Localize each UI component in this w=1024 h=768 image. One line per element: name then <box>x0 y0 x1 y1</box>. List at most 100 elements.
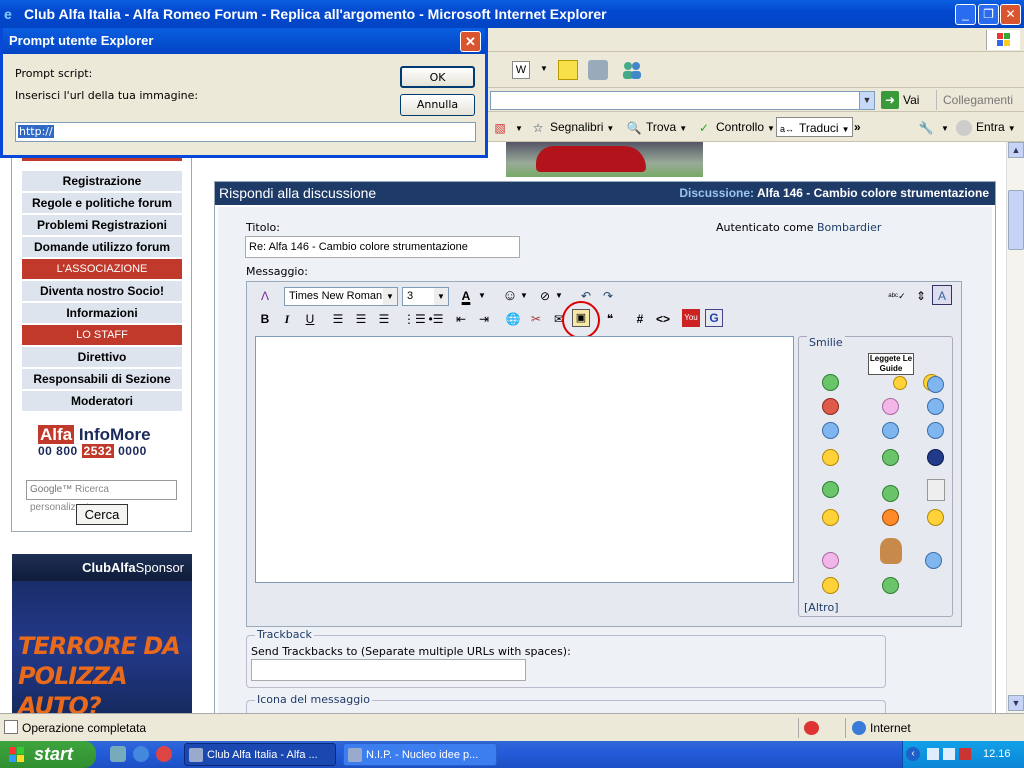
smiley-icon[interactable]: ☺ <box>500 286 520 306</box>
discussion-title[interactable]: Alfa 146 - Cambio colore strumentazione <box>757 186 989 200</box>
font-select[interactable]: Times New Roman ▼ <box>284 287 398 306</box>
start-button[interactable]: start <box>0 741 96 768</box>
scroll-up-icon[interactable]: ▲ <box>1008 142 1024 158</box>
network-icon[interactable] <box>927 748 939 760</box>
sidebar-link[interactable]: Informazioni <box>22 303 182 324</box>
messenger-icon[interactable] <box>620 60 644 80</box>
eat-smilie-icon[interactable] <box>822 449 839 466</box>
size-select[interactable]: 3 ▼ <box>402 287 449 306</box>
trackback-input[interactable] <box>251 659 526 681</box>
switch-mode-icon[interactable]: A <box>932 285 952 305</box>
sad-smilie-icon[interactable] <box>927 376 944 393</box>
cool-smilie-icon[interactable] <box>882 422 899 439</box>
task-nip[interactable]: N.I.P. - Nucleo idee p... <box>343 743 497 766</box>
explorer-quicklaunch-icon[interactable] <box>110 746 126 762</box>
links-button[interactable]: Collegamenti » <box>936 90 1024 127</box>
message-textarea[interactable] <box>255 336 794 583</box>
wink-smilie-icon[interactable] <box>822 422 839 439</box>
bookmarks-button[interactable]: ☆ Segnalibri ▼ <box>530 117 615 137</box>
thumbs-up-smilie-icon[interactable] <box>925 552 942 569</box>
sign-holder-smilie-icon[interactable] <box>893 376 907 390</box>
sidebar-link[interactable]: Moderatori <box>22 391 182 412</box>
sidebar-link[interactable]: Problemi Registrazioni <box>22 215 182 236</box>
alfa-infomore-logo[interactable]: Alfa InfoMore 00 800 2532 0000 <box>38 425 168 462</box>
task-club-alfa[interactable]: Club Alfa Italia - Alfa ... <box>184 743 336 766</box>
tray-expand-icon[interactable]: ‹ <box>906 747 920 761</box>
sidebar-link[interactable]: Responsabili di Sezione <box>22 369 182 390</box>
sunglasses-smilie-icon[interactable] <box>822 577 839 594</box>
outdent-icon[interactable]: ⇤ <box>451 309 471 329</box>
search-button[interactable]: Cerca <box>76 504 128 525</box>
cancel-button[interactable]: Annulla <box>400 94 475 116</box>
toolbar-more-button[interactable]: » <box>854 117 861 137</box>
chevron-down-icon[interactable]: ▼ <box>478 286 486 306</box>
spellcheck-icon[interactable]: ᵃᵇᶜ✓ <box>887 286 907 306</box>
align-right-icon[interactable]: ☰ <box>374 309 394 329</box>
quote-icon[interactable]: ❝ <box>600 309 620 329</box>
minimize-button[interactable]: _ <box>955 4 976 25</box>
font-color-icon[interactable]: A <box>456 286 476 306</box>
sponsor-ad-banner[interactable]: TERRORE DA POLIZZA AUTO? <box>12 581 192 720</box>
redo-icon[interactable]: ↷ <box>598 286 618 306</box>
research-icon[interactable] <box>588 60 608 80</box>
popup-blocked-icon[interactable] <box>804 721 819 735</box>
angel-smilie-icon[interactable] <box>882 485 899 502</box>
attachment-icon[interactable]: ⊘ <box>535 286 555 306</box>
ninja-smilie-icon[interactable] <box>927 449 944 466</box>
close-window-button[interactable]: ✕ <box>1000 4 1021 25</box>
shocked-smilie-icon[interactable] <box>927 422 944 439</box>
teeth-smilie-icon[interactable] <box>882 577 899 594</box>
dialog-close-icon[interactable]: ✕ <box>460 31 481 52</box>
scream-smilie-icon[interactable] <box>882 509 899 526</box>
read-guides-smilie[interactable]: Leggete Le Guide <box>868 353 914 375</box>
smile-smilie-icon[interactable] <box>927 398 944 415</box>
network-icon[interactable] <box>943 748 955 760</box>
custom-search-input[interactable]: Google™ Ricerca personalizzata <box>26 480 177 513</box>
thinking-smilie-icon[interactable] <box>822 509 839 526</box>
sidebar-link[interactable]: Diventa nostro Socio! <box>22 281 182 302</box>
sidebar-link[interactable]: Registrazione <box>22 171 182 192</box>
align-center-icon[interactable]: ☰ <box>351 309 371 329</box>
toilet-smilie-icon[interactable] <box>927 479 945 501</box>
remove-format-icon[interactable]: Ʌ <box>255 286 275 306</box>
opera-quicklaunch-icon[interactable] <box>156 746 172 762</box>
note-icon[interactable] <box>558 60 578 80</box>
security-icon[interactable] <box>959 748 971 760</box>
insert-link-icon[interactable]: 🌐 <box>503 309 523 329</box>
google-video-icon[interactable]: G <box>705 309 723 327</box>
address-input[interactable] <box>490 91 875 110</box>
grin-smilie-icon[interactable] <box>822 374 839 391</box>
remove-link-icon[interactable]: ✂ <box>526 309 546 329</box>
group-smilie-icon[interactable] <box>882 449 899 466</box>
ok-button[interactable]: OK <box>400 66 475 88</box>
title-input[interactable]: Re: Alfa 146 - Cambio colore strumentazi… <box>245 236 520 258</box>
signin-button[interactable]: Entra ▼ <box>956 117 1016 137</box>
code-icon[interactable]: <> <box>653 309 673 329</box>
word-icon[interactable]: W <box>512 61 530 79</box>
resize-icon[interactable]: ⇕ <box>911 286 931 306</box>
love-smilie-icon[interactable] <box>882 398 899 415</box>
cheer-smilie-icon[interactable] <box>822 481 839 498</box>
sidebar-link[interactable]: Direttivo <box>22 347 182 368</box>
hash-icon[interactable]: # <box>630 309 650 329</box>
youtube-icon[interactable]: You <box>682 309 700 327</box>
underline-icon[interactable]: U <box>300 309 320 329</box>
sidebar-link[interactable]: Domande utilizzo forum <box>22 237 182 258</box>
align-left-icon[interactable]: ☰ <box>328 309 348 329</box>
settings-button[interactable]: 🔧 ▼ <box>918 117 949 137</box>
chevron-down-icon[interactable]: ▼ <box>540 64 548 73</box>
chevron-down-icon[interactable]: ▼ <box>520 286 528 306</box>
chevron-down-icon[interactable]: ▼ <box>555 286 563 306</box>
ordered-list-icon[interactable]: ⋮☰ <box>403 309 426 329</box>
image-url-input[interactable]: http:// <box>15 122 476 142</box>
go-button[interactable]: ➜ Vai <box>881 90 919 110</box>
highlight-button[interactable]: ▧ ▼ <box>492 117 523 137</box>
angry-smilie-icon[interactable] <box>822 398 839 415</box>
indent-icon[interactable]: ⇥ <box>474 309 494 329</box>
pink-smilie-icon[interactable] <box>822 552 839 569</box>
scrollbar-thumb[interactable] <box>1008 190 1024 250</box>
vertical-scrollbar[interactable]: ▲ ▼ <box>1006 142 1024 713</box>
bold-icon[interactable]: B <box>255 309 275 329</box>
find-button[interactable]: 🔍 Trova ▼ <box>626 117 688 137</box>
sidebar-link[interactable]: Regole e politiche forum <box>22 193 182 214</box>
